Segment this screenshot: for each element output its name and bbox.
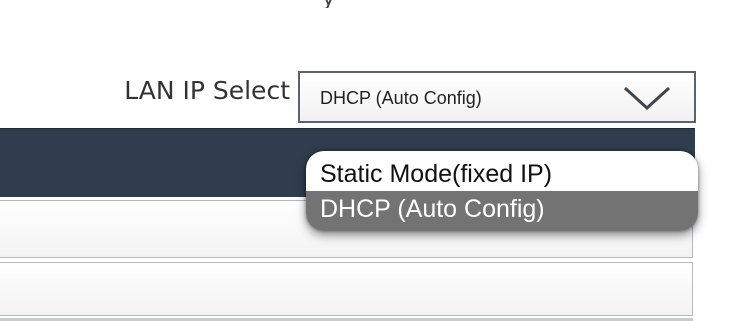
selected-value: DHCP (Auto Config) (320, 88, 482, 108)
form-row (0, 262, 693, 316)
option-static-mode[interactable]: Static Mode(fixed IP) (306, 155, 698, 193)
option-dhcp-auto-config[interactable]: DHCP (Auto Config) (306, 191, 698, 231)
lan-ip-select-label: LAN IP Select (124, 76, 290, 105)
dropdown-options-list: Static Mode(fixed IP) DHCP (Auto Config) (306, 151, 698, 231)
chevron-down-icon (623, 86, 671, 111)
lan-ip-select-dropdown[interactable]: DHCP (Auto Config) (298, 71, 696, 123)
lan-settings-panel: y LAN IP Select DHCP (Auto Config) Stati… (0, 0, 730, 321)
clipped-top-text: y (322, 0, 412, 8)
